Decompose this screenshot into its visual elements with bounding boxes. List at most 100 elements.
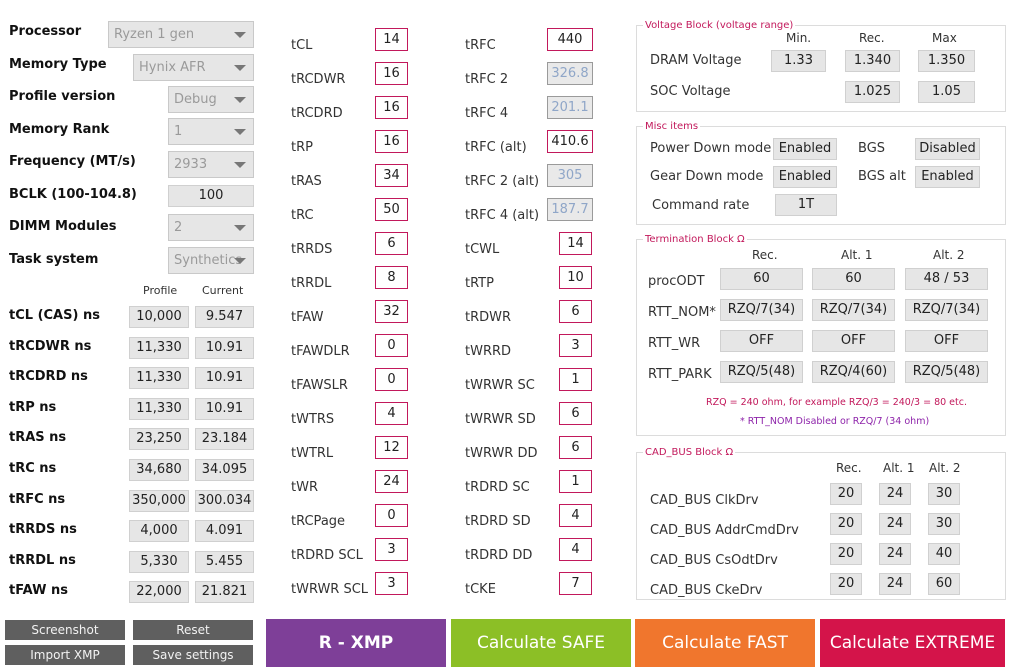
ns-row-label: tRFC ns xyxy=(9,491,66,507)
timing-input[interactable]: 8 xyxy=(375,266,408,289)
termination-value[interactable]: 60 xyxy=(812,268,895,290)
timing-input[interactable]: 0 xyxy=(375,368,408,391)
ns-current-value: 5.455 xyxy=(195,550,254,573)
gear-down-value[interactable]: Enabled xyxy=(773,166,837,188)
timing-input[interactable]: 14 xyxy=(375,28,408,51)
timing-input[interactable]: 16 xyxy=(375,96,408,119)
timing-label: tRDRD SD xyxy=(465,514,531,529)
cad-bus-value[interactable]: 20 xyxy=(830,543,862,565)
screenshot-button[interactable]: Screenshot xyxy=(5,620,125,640)
cad-bus-value[interactable]: 24 xyxy=(879,573,911,595)
soc-voltage-rec[interactable]: 1.025 xyxy=(845,81,900,103)
termination-value[interactable]: RZQ/7(34) xyxy=(812,299,895,321)
timing-input[interactable]: 4 xyxy=(375,402,408,425)
save-settings-button[interactable]: Save settings xyxy=(133,645,253,665)
timing-input[interactable]: 14 xyxy=(559,232,592,255)
profile-version-select[interactable]: Debug xyxy=(168,86,254,113)
current-header: Current xyxy=(202,284,244,297)
cad-bus-value[interactable]: 20 xyxy=(830,573,862,595)
import-xmp-button[interactable]: Import XMP xyxy=(5,645,125,665)
timing-input[interactable]: 1 xyxy=(559,470,592,493)
voltage-min-header: Min. xyxy=(786,31,812,45)
termination-value[interactable]: 48 / 53 xyxy=(905,268,988,290)
calculate-safe-button[interactable]: Calculate SAFE xyxy=(451,619,631,667)
calculate-fast-button[interactable]: Calculate FAST xyxy=(635,619,815,667)
cad-bus-value[interactable]: 60 xyxy=(928,573,960,595)
termination-value[interactable]: OFF xyxy=(720,330,803,352)
timing-label: tRDRD SC xyxy=(465,480,530,495)
reset-button[interactable]: Reset xyxy=(133,620,253,640)
frequency-select[interactable]: 2933 xyxy=(168,151,254,178)
cad-bus-value[interactable]: 20 xyxy=(830,483,862,505)
timing-label: tCL xyxy=(291,38,313,53)
timing-label: tRFC (alt) xyxy=(465,140,527,155)
r-xmp-button[interactable]: R - XMP xyxy=(266,619,446,667)
timing-input[interactable]: 16 xyxy=(375,130,408,153)
soc-voltage-label: SOC Voltage xyxy=(650,84,731,99)
cad-bus-value[interactable]: 24 xyxy=(879,513,911,535)
timing-input[interactable]: 6 xyxy=(559,402,592,425)
timing-input[interactable]: 6 xyxy=(559,436,592,459)
timing-input[interactable]: 12 xyxy=(375,436,408,459)
termination-value[interactable]: OFF xyxy=(812,330,895,352)
timing-input[interactable]: 4 xyxy=(559,538,592,561)
cad-bus-value[interactable]: 30 xyxy=(928,513,960,535)
cad-bus-block-title: CAD_BUS Block Ω xyxy=(643,447,736,458)
timing-input[interactable]: 16 xyxy=(375,62,408,85)
timing-input[interactable]: 50 xyxy=(375,198,408,221)
timing-input[interactable]: 3 xyxy=(375,538,408,561)
timing-input[interactable]: 410.6 xyxy=(547,130,593,153)
termination-value[interactable]: RZQ/5(48) xyxy=(905,361,988,383)
timing-input[interactable]: 440 xyxy=(547,28,593,51)
processor-select[interactable]: Ryzen 1 gen xyxy=(108,21,254,48)
timing-input[interactable]: 10 xyxy=(559,266,592,289)
timing-input[interactable]: 4 xyxy=(559,504,592,527)
cad-bus-value[interactable]: 24 xyxy=(879,543,911,565)
dimm-modules-select[interactable]: 2 xyxy=(168,214,254,241)
timing-label: tRFC xyxy=(465,38,496,53)
timing-label: tRCDRD xyxy=(291,106,343,121)
termination-value[interactable]: 60 xyxy=(720,268,803,290)
memory-type-select[interactable]: Hynix AFR xyxy=(133,54,254,81)
cad-bus-value[interactable]: 20 xyxy=(830,513,862,535)
timing-input[interactable]: 3 xyxy=(559,334,592,357)
cad-bus-value[interactable]: 30 xyxy=(928,483,960,505)
timing-input: 305 xyxy=(547,164,593,187)
calculate-extreme-button[interactable]: Calculate EXTREME xyxy=(820,619,1005,667)
cad-bus-value[interactable]: 40 xyxy=(928,543,960,565)
termination-value[interactable]: RZQ/7(34) xyxy=(720,299,803,321)
timing-input[interactable]: 32 xyxy=(375,300,408,323)
power-down-value[interactable]: Enabled xyxy=(773,138,837,160)
termination-row-label: RTT_WR xyxy=(648,336,701,351)
timing-input[interactable]: 0 xyxy=(375,504,408,527)
cad-bus-value[interactable]: 24 xyxy=(879,483,911,505)
dram-voltage-min[interactable]: 1.33 xyxy=(771,50,826,72)
bgs-alt-value[interactable]: Enabled xyxy=(915,166,980,188)
task-system-select[interactable]: Synthetics xyxy=(168,247,254,274)
dram-voltage-max[interactable]: 1.350 xyxy=(918,50,975,72)
termination-value[interactable]: OFF xyxy=(905,330,988,352)
memory-rank-select[interactable]: 1 xyxy=(168,118,254,145)
timing-input[interactable]: 34 xyxy=(375,164,408,187)
timing-input[interactable]: 6 xyxy=(559,300,592,323)
command-rate-value[interactable]: 1T xyxy=(775,194,837,216)
timing-input[interactable]: 6 xyxy=(375,232,408,255)
termination-value[interactable]: RZQ/5(48) xyxy=(720,361,803,383)
timing-input[interactable]: 0 xyxy=(375,334,408,357)
timing-input[interactable]: 7 xyxy=(559,572,592,595)
bgs-value[interactable]: Disabled xyxy=(915,138,980,160)
timing-input[interactable]: 1 xyxy=(559,368,592,391)
rzq-note: RZQ = 240 ohm, for example RZQ/3 = 240/3… xyxy=(706,397,967,408)
rtt-nom-note: * RTT_NOM Disabled or RZQ/7 (34 ohm) xyxy=(740,416,930,427)
timing-label: tRDWR xyxy=(465,310,512,325)
timing-label: tRFC 2 (alt) xyxy=(465,174,540,189)
termination-value[interactable]: RZQ/7(34) xyxy=(905,299,988,321)
dram-voltage-rec[interactable]: 1.340 xyxy=(845,50,900,72)
misc-block-title: Misc items xyxy=(643,121,701,132)
timing-input[interactable]: 24 xyxy=(375,470,408,493)
ns-current-value: 9.547 xyxy=(195,306,254,328)
bclk-input[interactable]: 100 xyxy=(168,185,254,207)
timing-input[interactable]: 3 xyxy=(375,572,408,595)
termination-value[interactable]: RZQ/4(60) xyxy=(812,361,895,383)
soc-voltage-max[interactable]: 1.05 xyxy=(918,81,975,103)
